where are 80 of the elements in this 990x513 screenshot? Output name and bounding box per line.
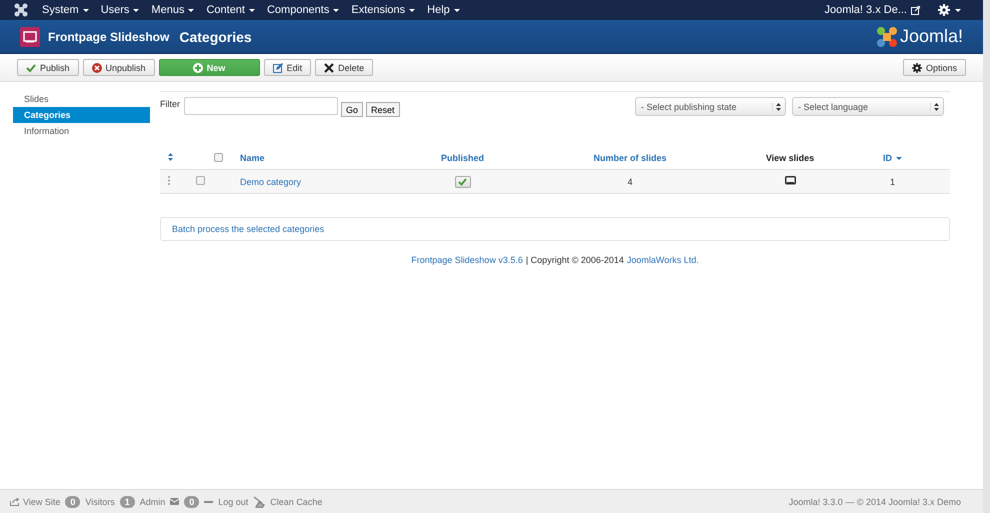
settings-icon [938, 4, 950, 16]
settings-menu[interactable] [938, 4, 961, 16]
caret-icon [955, 8, 961, 12]
edit-button[interactable]: Edit [264, 59, 312, 76]
column-header[interactable]: Published [440, 153, 484, 163]
category-link[interactable]: Demo category [240, 176, 302, 186]
table-cell: 1 [890, 176, 895, 186]
logout-link[interactable]: Log out [218, 496, 248, 506]
external-link-icon [911, 6, 920, 14]
publish-toggle[interactable] [454, 176, 470, 188]
column-header[interactable]: Name [240, 153, 265, 163]
filter-label: Filter [160, 99, 180, 109]
version-text: Joomla! 3.3.0 — © 2014 Joomla! 3.x Demo [788, 496, 961, 506]
select-dropdown[interactable]: - Select publishing state [635, 97, 786, 116]
sidebar-item[interactable]: Categories [13, 107, 150, 123]
check-icon [458, 178, 467, 186]
caret-icon [248, 8, 255, 12]
up-down-arrows-icon [772, 102, 781, 110]
view-site-link[interactable]: View Site [10, 496, 60, 506]
delete-button[interactable]: Delete [315, 59, 374, 76]
options-button[interactable]: Options [902, 59, 966, 76]
sort-icon [168, 153, 173, 161]
checkbox[interactable] [214, 152, 222, 162]
footer-text: | Copyright © 2006-2014 [526, 255, 624, 265]
close-icon [324, 62, 334, 72]
select-dropdown[interactable]: - Select language [792, 97, 944, 116]
status-label: Admin [140, 496, 166, 506]
unpublish-button[interactable]: Unpublish [82, 59, 155, 76]
envelope-icon [170, 498, 180, 505]
footer-link[interactable]: Frontpage Slideshow v3.5.6 [411, 255, 523, 265]
remove-icon [92, 62, 102, 72]
checkbox[interactable] [196, 176, 205, 185]
caret-icon [896, 156, 902, 160]
menu-item[interactable]: Components [266, 4, 340, 16]
count-badge: 1 [120, 496, 135, 508]
drag-handle-icon [168, 176, 170, 185]
page-title: Categories [179, 28, 252, 44]
filter-field[interactable] [184, 97, 338, 115]
share-icon [10, 498, 20, 506]
count-badge: 0 [65, 496, 80, 508]
column-header[interactable]: ID [883, 153, 902, 163]
reset-button[interactable]: Reset [366, 102, 400, 117]
edit-icon [272, 62, 283, 72]
menu-item[interactable]: Menus [151, 4, 194, 16]
caret-icon [133, 8, 140, 12]
menu-item[interactable]: Users [100, 4, 140, 16]
count-badge: 0 [184, 496, 200, 508]
column-header[interactable]: Number of slides [593, 153, 666, 163]
publish-button[interactable]: Publish [17, 59, 79, 76]
caret-icon [454, 8, 460, 12]
table-cell: 4 [627, 176, 632, 186]
menu-item[interactable]: Content [206, 4, 255, 16]
settings-icon [912, 62, 922, 72]
menu-item[interactable]: Help [427, 4, 460, 16]
menu-item[interactable]: System [42, 4, 89, 16]
broom-icon [253, 496, 268, 508]
caret-icon [409, 8, 416, 12]
sidebar-item[interactable]: Slides [13, 91, 150, 107]
status-label: Visitors [85, 496, 115, 506]
menu-item[interactable]: Extensions [351, 4, 416, 16]
sidebar-item[interactable]: Information [13, 123, 150, 139]
joomla-logo: Joomla! [876, 26, 963, 48]
monitor-icon [20, 26, 40, 46]
up-down-arrows-icon [930, 102, 939, 110]
batch-link[interactable]: Batch process the selected categories [172, 224, 324, 234]
joomla-logo-icon [876, 26, 898, 48]
joomla-icon [14, 3, 28, 17]
minus-icon [204, 500, 214, 502]
check-icon [26, 62, 36, 72]
site-link[interactable]: Joomla! 3.x De... [824, 4, 920, 16]
plus-icon [192, 62, 203, 72]
component-name: Frontpage Slideshow [48, 30, 170, 44]
column-header: View slides [766, 153, 814, 163]
monitor-icon [784, 176, 796, 185]
caret-icon [82, 8, 89, 12]
caret-icon [333, 8, 340, 12]
footer-link[interactable]: JoomlaWorks Ltd. [626, 255, 699, 265]
clean-cache-link[interactable]: Clean Cache [253, 496, 322, 508]
go-button[interactable]: Go [341, 102, 364, 117]
caret-icon [188, 8, 194, 12]
